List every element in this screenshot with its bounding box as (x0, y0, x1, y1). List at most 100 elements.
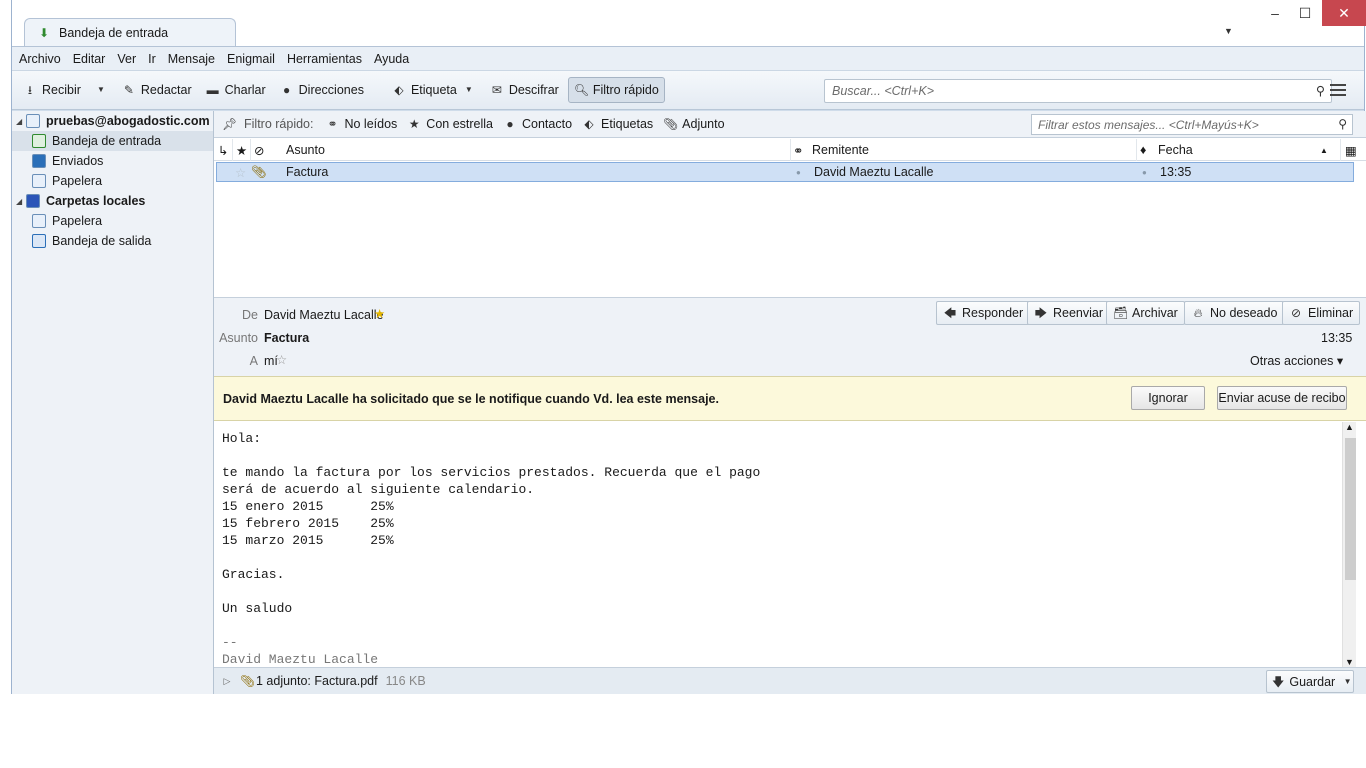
body-line: Un saludo (222, 601, 293, 616)
quick-filter-button[interactable]: 🔍︎ Filtro rápido (567, 77, 665, 103)
send-receipt-button[interactable]: Enviar acuse de recibo (1217, 386, 1347, 410)
chevron-down-icon: ▼ (464, 85, 473, 94)
folder-inbox[interactable]: Bandeja de entrada (12, 131, 213, 151)
from-value[interactable]: David Maeztu Lacalle (264, 308, 384, 322)
column-header: ↳ ★ ⊘ Asunto ⚭ Remitente ♦ Fecha ▲ ▦ (214, 139, 1366, 161)
filter-messages-input[interactable]: Filtrar estos mensajes... <Ctrl+Mayús+K>… (1031, 114, 1353, 135)
scroll-down-icon[interactable]: ▼ (1345, 657, 1354, 667)
ignore-button[interactable]: Ignorar (1131, 386, 1205, 410)
message-row[interactable]: ☆ 📎︎ Factura ● David Maeztu Lacalle ● 13… (216, 162, 1354, 182)
filter-contact[interactable]: ● Contacto (503, 117, 572, 131)
download-icon: ⭳ (27, 83, 33, 97)
body-scrollbar[interactable]: ▲ ▼ (1342, 422, 1356, 667)
save-button[interactable]: 🡇 Guardar ▼ (1266, 670, 1354, 693)
collapse-icon[interactable]: ◢ (16, 197, 24, 206)
star-toggle-icon[interactable]: ☆ (235, 163, 246, 181)
menu-ver[interactable]: Ver (117, 52, 136, 66)
tab-inbox[interactable]: ⬇ Bandeja de entrada (24, 18, 236, 47)
archive-box-icon: 🗃︎ (1113, 306, 1129, 320)
other-actions-button[interactable]: Otras acciones ▾ (1250, 353, 1343, 368)
menu-archivo[interactable]: Archivo (19, 52, 61, 66)
main-pane: 📌︎ Filtro rápido: ⚭ No leídos ★ Con estrel… (214, 111, 1366, 694)
chevron-down-icon[interactable]: ▼ (94, 83, 108, 97)
menu-editar[interactable]: Editar (73, 52, 106, 66)
menu-bar: Archivo Editar Ver Ir Mensaje Enigmail H… (12, 46, 1364, 70)
column-date[interactable]: Fecha (1152, 139, 1332, 161)
junk-column-icon[interactable]: ♦ (1136, 139, 1152, 161)
column-sender[interactable]: Remitente (806, 139, 1136, 161)
from-label: De (242, 308, 258, 322)
desktop-background (0, 694, 1366, 768)
get-mail-button[interactable]: ⭳ Recibir ▼ (18, 77, 113, 103)
address-book-button[interactable]: ● Direcciones (275, 77, 369, 103)
attachment-column-icon[interactable]: ⊘ (250, 139, 280, 161)
thread-column-icon[interactable]: ↳ (214, 139, 232, 161)
app-menu-icon[interactable] (1329, 81, 1347, 99)
expand-triangle-icon[interactable]: ▷ (220, 674, 234, 688)
filter-starred[interactable]: ★ Con estrella (407, 117, 493, 131)
folder-outbox[interactable]: Bandeja de salida (12, 231, 151, 251)
thread-pane: ↳ ★ ⊘ Asunto ⚭ Remitente ♦ Fecha ▲ ▦ ☆ 📎… (214, 138, 1366, 298)
menu-enigmail[interactable]: Enigmail (227, 52, 275, 66)
star-column-icon[interactable]: ★ (232, 139, 250, 161)
attachment-bar: ▷ 📎︎ 1 adjunto: Factura.pdf 116 KB 🡇 Gua… (214, 667, 1366, 694)
star-outline-icon[interactable]: ☆ (276, 352, 287, 367)
signature-name: David Maeztu Lacalle (222, 652, 379, 667)
filter-tags[interactable]: ⬖ Etiquetas (582, 117, 653, 131)
account-label: pruebas@abogadostic.com (46, 114, 210, 128)
folder-local[interactable]: ◢ Carpetas locales (16, 191, 145, 211)
folder-local-trash[interactable]: Papelera (12, 211, 102, 231)
junk-button[interactable]: 🔥︎ No deseado (1184, 301, 1285, 325)
notification-text: David Maeztu Lacalle ha solicitado que s… (223, 391, 719, 406)
message-sender: David Maeztu Lacalle (814, 165, 934, 179)
star-icon[interactable]: ★ (374, 306, 385, 321)
local-label: Carpetas locales (46, 194, 146, 208)
tag-button[interactable]: ⬖ Etiqueta ▼ (387, 77, 481, 103)
folder-trash[interactable]: Papelera (12, 171, 102, 191)
delete-label: Eliminar (1308, 306, 1354, 320)
scroll-up-icon[interactable]: ▲ (1345, 422, 1354, 432)
message-body: Hola: te mando la factura por los servic… (214, 422, 1342, 667)
tab-title: Bandeja de entrada (59, 26, 169, 40)
write-label: Redactar (140, 83, 192, 97)
junk-dot-icon[interactable]: ● (1142, 163, 1147, 181)
chat-button[interactable]: ▬ Charlar (201, 77, 271, 103)
local-trash-label: Papelera (52, 214, 103, 228)
column-subject[interactable]: Asunto (280, 139, 790, 161)
attachment-label[interactable]: 1 adjunto: Factura.pdf (256, 674, 378, 688)
menu-ayuda[interactable]: Ayuda (374, 52, 409, 66)
menu-herramientas[interactable]: Herramientas (287, 52, 362, 66)
filter-unread[interactable]: ⚭ No leídos (325, 117, 397, 131)
minimize-button[interactable]: – (1260, 0, 1290, 26)
list-all-tabs-button[interactable]: ▼ (1224, 18, 1233, 44)
unread-column-icon[interactable]: ⚭ (790, 139, 806, 161)
reply-button[interactable]: 🡄 Responder (936, 301, 1031, 325)
global-search-input[interactable]: Buscar... <Ctrl+K> ⚲ (824, 79, 1332, 103)
decrypt-envelope-icon: ✉ (491, 83, 502, 97)
desktop-edge (0, 0, 11, 694)
menu-mensaje[interactable]: Mensaje (168, 52, 215, 66)
body-line: 15 marzo 2015 25% (222, 533, 394, 548)
chevron-down-icon[interactable]: ▼ (1342, 675, 1353, 689)
folder-account[interactable]: ◢ pruebas@abogadostic.com (16, 111, 210, 131)
close-button[interactable]: ✕ (1322, 0, 1366, 26)
collapse-icon[interactable]: ◢ (16, 117, 24, 126)
message-time: 13:35 (1321, 331, 1353, 345)
forward-button[interactable]: 🡆 Reenviar (1027, 301, 1111, 325)
column-picker-icon[interactable]: ▦ (1340, 139, 1362, 161)
unread-dot-icon[interactable]: ● (796, 163, 801, 181)
folder-sent[interactable]: Enviados (12, 151, 103, 171)
pencil-icon: ✎ (123, 83, 134, 97)
delete-button[interactable]: ⊘ Eliminar (1282, 301, 1361, 325)
write-button[interactable]: ✎ Redactar (117, 77, 197, 103)
filter-attachment[interactable]: 📎︎ Adjunto (663, 117, 724, 131)
pin-icon[interactable]: 📌︎ (222, 117, 237, 131)
quick-filter-label: Filtro rápido (592, 83, 659, 97)
maximize-button[interactable]: ☐ (1290, 0, 1320, 26)
scroll-thumb[interactable] (1345, 438, 1356, 580)
archive-label: Archivar (1132, 306, 1178, 320)
decrypt-button[interactable]: ✉ Descifrar (485, 77, 564, 103)
menu-ir[interactable]: Ir (148, 52, 156, 66)
archive-button[interactable]: 🗃︎ Archivar (1106, 301, 1185, 325)
tag-icon: ⬖ (394, 83, 404, 97)
